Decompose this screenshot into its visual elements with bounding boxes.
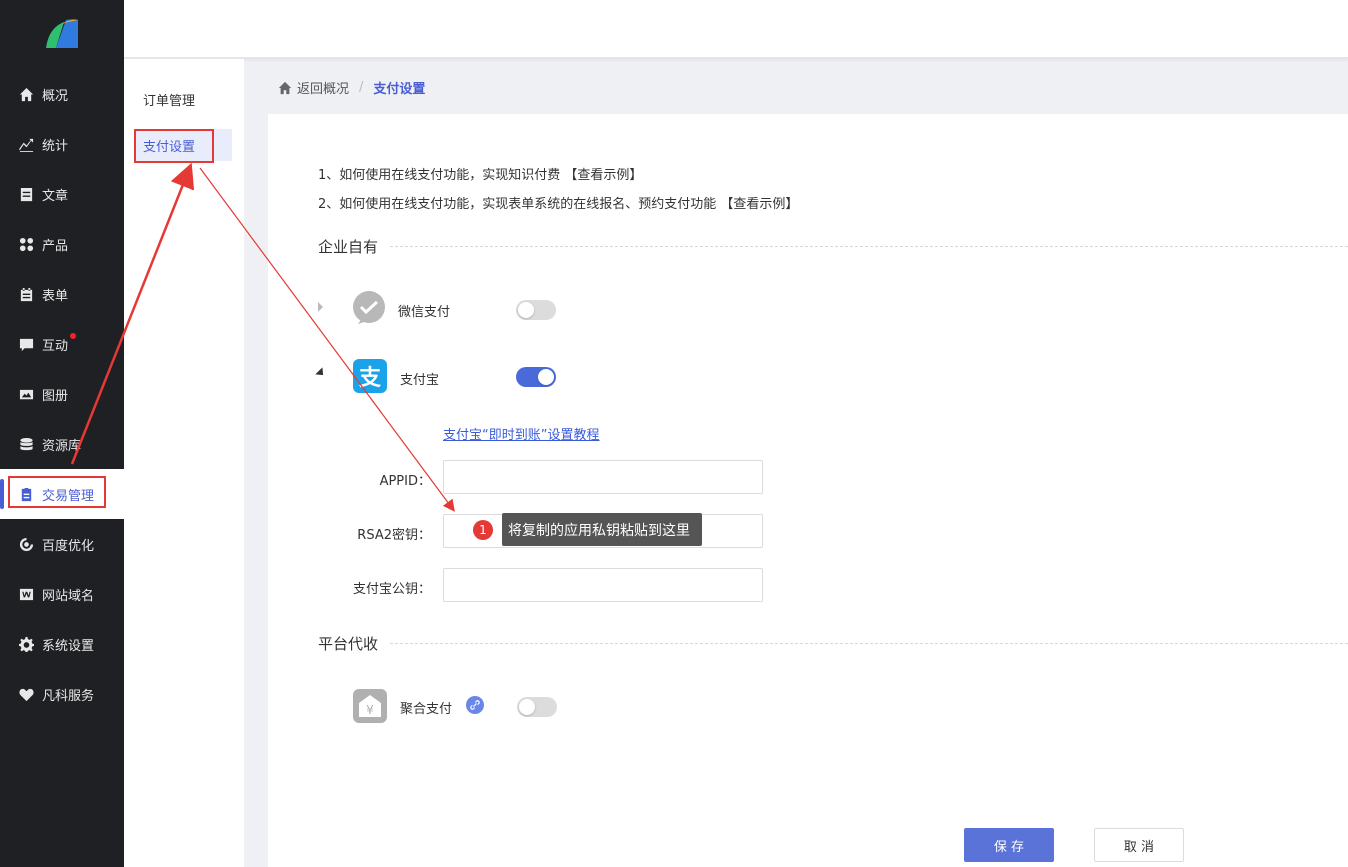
sidebar-item-stats[interactable]: 统计 xyxy=(0,119,124,169)
logo-icon[interactable] xyxy=(42,16,82,52)
wechat-pay-label: 微信支付 xyxy=(398,305,451,320)
expand-wechat-icon[interactable] xyxy=(318,302,323,312)
database-icon xyxy=(18,436,34,452)
aggregate-pay-toggle[interactable] xyxy=(517,697,557,717)
view-example-link-2[interactable]: 【查看示例】 xyxy=(720,197,798,212)
sidebar-item-album[interactable]: 图册 xyxy=(0,369,124,419)
sidebar-item-label: 百度优化 xyxy=(42,538,95,554)
wechat-pay-toggle[interactable] xyxy=(516,300,556,320)
form-icon xyxy=(18,286,34,302)
seo-icon xyxy=(18,536,34,552)
secondary-sidebar: 订单管理 支付设置 xyxy=(124,59,244,867)
breadcrumb-separator: / xyxy=(359,80,364,95)
sidebar-item-product[interactable]: 产品 xyxy=(0,219,124,269)
aggregate-pay-icon: ¥ xyxy=(353,689,387,723)
sidebar-item-overview[interactable]: 概况 xyxy=(0,69,124,119)
sidebar-item-label: 系统设置 xyxy=(42,638,95,654)
alipay-icon: 支 xyxy=(353,359,387,393)
appid-input[interactable] xyxy=(443,460,763,494)
sidebar-item-label: 图册 xyxy=(42,388,69,404)
alipay-public-key-label: 支付宝公钥： xyxy=(352,582,431,597)
view-example-link-1[interactable]: 【查看示例】 xyxy=(564,168,642,183)
sidebar-item-label: 产品 xyxy=(42,238,69,254)
sidebar-item-resources[interactable]: 资源库 xyxy=(0,419,124,469)
top-header xyxy=(124,0,1348,58)
annotation-box-trade xyxy=(8,476,106,508)
annotation-box-payment-settings xyxy=(134,129,214,163)
home-icon xyxy=(278,81,292,94)
link-icon[interactable] xyxy=(466,696,484,714)
sidebar-item-label: 表单 xyxy=(42,288,69,304)
sidebar-item-seo[interactable]: 百度优化 xyxy=(0,519,124,569)
alipay-toggle[interactable] xyxy=(516,367,556,387)
help-text: 2、如何使用在线支付功能，实现表单系统的在线报名、预约支付功能 xyxy=(318,197,717,212)
sidebar-item-form[interactable]: 表单 xyxy=(0,269,124,319)
section-platform: 平台代收 xyxy=(318,633,1348,654)
paste-hint-tooltip: 将复制的应用私钥粘贴到这里 xyxy=(502,513,702,546)
step-badge: 1 xyxy=(473,520,493,540)
aggregate-pay-icon-glyph: ¥ xyxy=(366,703,374,717)
tooltip-text: 将复制的应用私钥粘贴到这里 xyxy=(508,522,690,539)
sidebar-item-service[interactable]: 凡科服务 xyxy=(0,669,124,719)
gear-icon xyxy=(18,636,34,652)
image-icon xyxy=(18,386,34,402)
wechat-pay-icon xyxy=(352,291,386,325)
alipay-tutorial-link[interactable]: 支付宝“即时到账”设置教程 xyxy=(443,424,599,443)
notification-dot xyxy=(70,333,77,339)
alipay-label: 支付宝 xyxy=(400,373,440,388)
cancel-button[interactable]: 取 消 xyxy=(1094,828,1184,862)
section-title: 企业自有 xyxy=(318,238,379,256)
aggregate-pay-label: 聚合支付 xyxy=(400,702,453,717)
subnav-item-label: 订单管理 xyxy=(143,93,196,109)
section-title: 平台代收 xyxy=(318,635,379,653)
subnav-item-orders[interactable]: 订单管理 xyxy=(134,83,232,115)
breadcrumb-back-link[interactable]: 返回概况 xyxy=(297,78,349,97)
sidebar-item-label: 统计 xyxy=(42,138,69,154)
article-icon xyxy=(18,186,34,202)
section-divider xyxy=(390,643,1348,644)
sidebar-item-label: 文章 xyxy=(42,188,69,204)
sidebar-item-label: 凡科服务 xyxy=(42,688,95,704)
breadcrumb-current: 支付设置 xyxy=(373,82,426,97)
section-enterprise: 企业自有 xyxy=(318,236,1348,257)
breadcrumb: 返回概况 / 支付设置 xyxy=(278,78,425,97)
help-text: 1、如何使用在线支付功能，实现知识付费 xyxy=(318,168,561,183)
w-icon xyxy=(18,586,34,602)
sidebar-item-settings[interactable]: 系统设置 xyxy=(0,619,124,669)
grid-icon xyxy=(18,236,34,252)
sidebar-item-label: 网站域名 xyxy=(42,588,95,604)
rsa2-key-label: RSA2密钥： xyxy=(357,528,431,543)
save-button[interactable]: 保 存 xyxy=(964,828,1054,862)
collapse-alipay-icon[interactable] xyxy=(315,367,327,379)
payment-settings-panel: 1、如何使用在线支付功能，实现知识付费 【查看示例】 2、如何使用在线支付功能，… xyxy=(268,114,1348,867)
alipay-public-key-input[interactable] xyxy=(443,568,763,602)
appid-label: APPID： xyxy=(379,474,431,489)
sidebar-item-article[interactable]: 文章 xyxy=(0,169,124,219)
sidebar-item-domain[interactable]: 网站域名 xyxy=(0,569,124,619)
sidebar-item-label: 资源库 xyxy=(42,438,82,454)
sidebar-item-interaction[interactable]: 互动 xyxy=(0,319,124,369)
home-icon xyxy=(18,86,34,102)
help-line-1: 1、如何使用在线支付功能，实现知识付费 【查看示例】 xyxy=(318,164,642,183)
sidebar-item-label: 互动 xyxy=(42,338,69,354)
help-line-2: 2、如何使用在线支付功能，实现表单系统的在线报名、预约支付功能 【查看示例】 xyxy=(318,193,798,212)
stats-icon xyxy=(18,136,34,152)
sidebar-item-label: 概况 xyxy=(42,88,69,104)
heart-icon xyxy=(18,686,34,702)
section-divider xyxy=(390,246,1348,247)
chat-icon xyxy=(18,336,34,352)
alipay-icon-glyph: 支 xyxy=(358,366,381,391)
